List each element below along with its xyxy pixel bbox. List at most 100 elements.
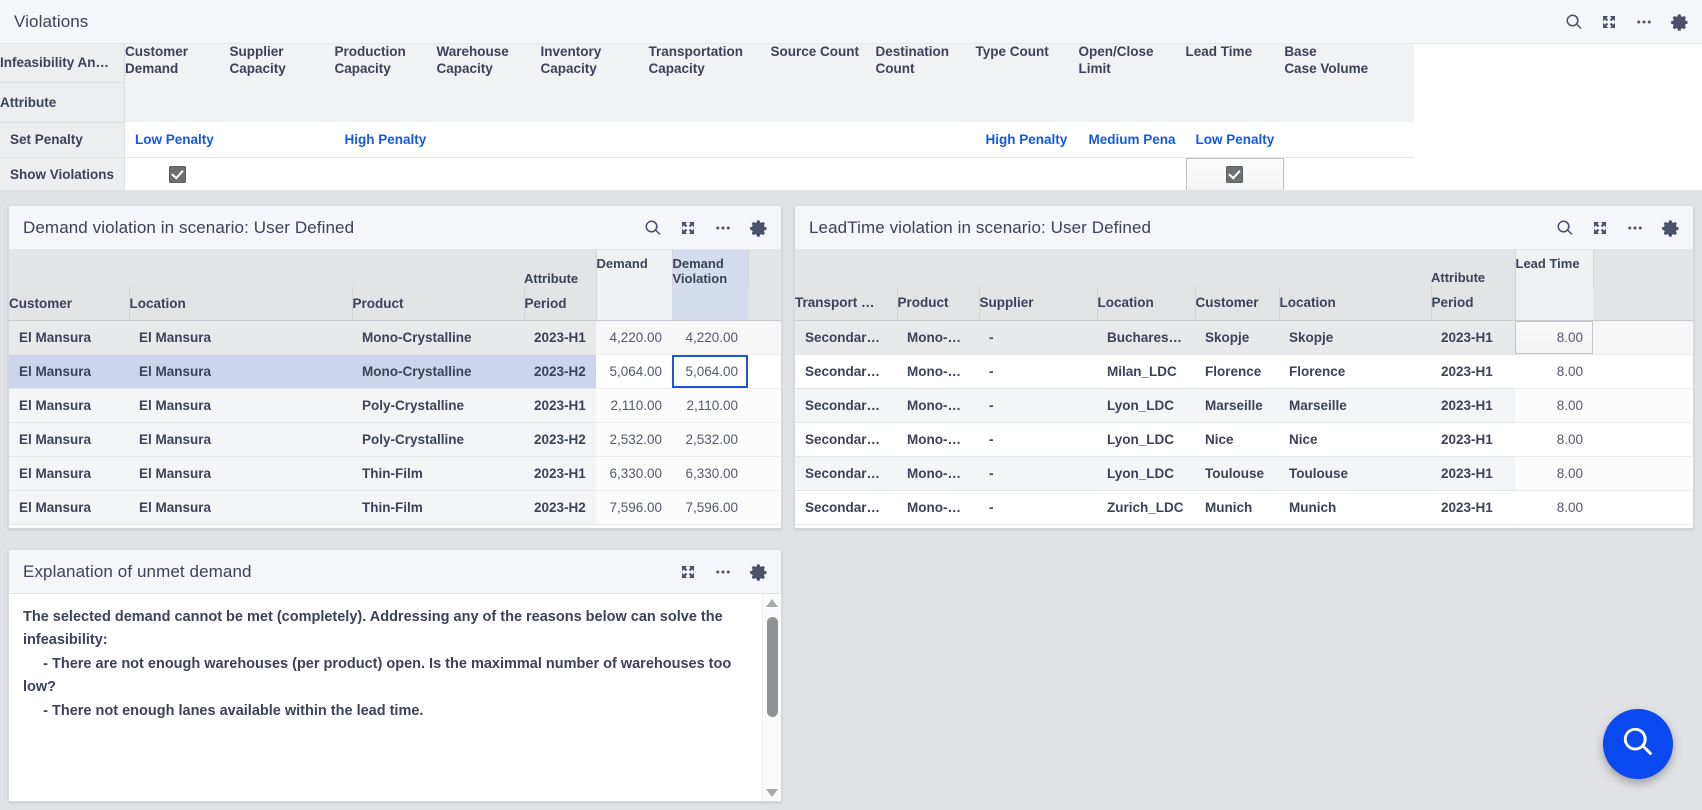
penalty-link[interactable]: High Penalty <box>345 132 427 147</box>
table-cell[interactable]: 2023-H1 <box>1431 320 1515 355</box>
table-row[interactable]: Secondary… Mono-Cry… - Lyon_LDC Nice Nice 2023… <box>795 422 1693 457</box>
grid-column-header[interactable]: Supplier <box>979 286 1098 321</box>
table-cell[interactable]: Secondary… <box>795 490 897 525</box>
violations-cell[interactable] <box>1284 122 1395 158</box>
table-cell[interactable]: Mono-Cry… <box>897 388 979 423</box>
table-cell[interactable]: El Mansura <box>9 388 129 424</box>
penalty-link[interactable]: Medium Pena <box>1089 132 1176 147</box>
table-cell[interactable]: Secondary… <box>795 320 897 355</box>
table-measure-cell[interactable]: 8.00 <box>1515 388 1593 423</box>
violations-cell[interactable] <box>436 157 541 190</box>
more-icon[interactable] <box>1626 219 1644 237</box>
table-cell[interactable]: Munich <box>1279 490 1431 525</box>
floating-search-button[interactable] <box>1603 709 1673 779</box>
table-cell[interactable]: El Mansura <box>129 354 352 390</box>
table-cell[interactable]: 2023-H1 <box>524 388 596 424</box>
table-cell[interactable]: Skopje <box>1279 320 1431 355</box>
scrollbar-thumb[interactable] <box>766 617 778 717</box>
explanation-scrollbar[interactable] <box>762 594 781 801</box>
expand-icon[interactable] <box>1600 13 1618 31</box>
grid-column-header[interactable]: Product <box>352 286 525 322</box>
table-measure-cell[interactable]: 7,596.00 <box>672 490 748 526</box>
table-measure-cell[interactable]: 4,220.00 <box>596 320 672 356</box>
scroll-down-arrow-icon[interactable] <box>763 784 782 801</box>
show-violations-checkbox-cell[interactable] <box>124 157 230 190</box>
table-cell[interactable]: - <box>979 320 1097 355</box>
table-row[interactable]: El Mansura El Mansura Thin-Film 2023-H2 7,59… <box>9 490 781 526</box>
table-cell[interactable]: Mono-Crystalline <box>352 354 524 390</box>
table-row[interactable]: El Mansura El Mansura Poly-Crystalline 2023… <box>9 422 781 458</box>
table-cell[interactable]: 2023-H1 <box>1431 354 1515 389</box>
table-row[interactable]: El Mansura El Mansura Thin-Film 2023-H1 6,33… <box>9 456 781 492</box>
violations-cell[interactable] <box>540 157 649 190</box>
table-row[interactable]: Secondary… Mono-Cry… - Zurich_LDC Munich Muni… <box>795 490 1693 525</box>
grid-column-header[interactable]: Customer <box>1195 286 1280 321</box>
grid-measure-header[interactable]: Demand Violation <box>672 250 749 287</box>
violations-cell[interactable] <box>1284 157 1395 190</box>
table-row[interactable]: El Mansura El Mansura Mono-Crystalline 2023… <box>9 320 781 356</box>
more-icon[interactable] <box>1635 13 1653 31</box>
penalty-link[interactable]: Low Penalty <box>135 132 214 147</box>
table-cell[interactable]: Nice <box>1279 422 1431 457</box>
table-cell[interactable]: Lyon_LDC <box>1097 422 1195 457</box>
table-cell[interactable]: Secondary… <box>795 388 897 423</box>
table-cell[interactable]: Toulouse <box>1195 456 1279 491</box>
table-cell[interactable]: 2023-H1 <box>1431 490 1515 525</box>
table-cell[interactable]: - <box>979 422 1097 457</box>
table-cell[interactable]: El Mansura <box>129 490 352 526</box>
table-cell[interactable]: Mono-Cry… <box>897 422 979 457</box>
table-row[interactable]: Secondary… Mono-Cry… - Milan_LDC Florence Flo… <box>795 354 1693 389</box>
violations-cell[interactable]: High Penalty <box>334 122 437 158</box>
table-cell[interactable]: - <box>979 388 1097 423</box>
table-cell[interactable]: Marseille <box>1279 388 1431 423</box>
violations-cell[interactable]: Medium Pena <box>1078 122 1186 158</box>
scroll-up-arrow-icon[interactable] <box>763 594 782 611</box>
table-cell[interactable]: Toulouse <box>1279 456 1431 491</box>
table-cell[interactable]: 2023-H1 <box>1431 388 1515 423</box>
table-measure-cell[interactable]: 8.00 <box>1515 320 1593 355</box>
table-cell[interactable]: Thin-Film <box>352 490 524 526</box>
table-cell[interactable]: 2023-H1 <box>1431 422 1515 457</box>
table-cell[interactable]: Munich <box>1195 490 1279 525</box>
table-row[interactable]: Secondary… Mono-Cry… - Lyon_LDC Toulouse Toul… <box>795 456 1693 491</box>
grid-column-header[interactable]: Transport … <box>795 286 898 321</box>
table-cell[interactable]: - <box>979 354 1097 389</box>
expand-icon[interactable] <box>679 219 697 237</box>
table-row[interactable]: El Mansura El Mansura Poly-Crystalline 2023… <box>9 388 781 424</box>
grid-column-header[interactable]: Customer <box>9 286 130 322</box>
table-cell[interactable]: El Mansura <box>129 422 352 458</box>
scrollbar-track[interactable] <box>763 611 782 784</box>
table-cell[interactable]: Bucharest… <box>1097 320 1195 355</box>
table-measure-cell[interactable]: 7,596.00 <box>596 490 672 526</box>
grid-column-header[interactable]: Product <box>897 286 980 321</box>
table-cell[interactable]: 2023-H2 <box>524 354 596 390</box>
violations-cell[interactable] <box>975 157 1079 190</box>
violations-cell[interactable] <box>436 122 541 158</box>
search-icon[interactable] <box>1556 219 1574 237</box>
table-cell[interactable]: 2023-H2 <box>524 422 596 458</box>
table-cell[interactable]: Skopje <box>1195 320 1279 355</box>
table-measure-cell[interactable]: 6,330.00 <box>596 456 672 492</box>
table-cell[interactable]: Mono-Cry… <box>897 490 979 525</box>
expand-icon[interactable] <box>1591 219 1609 237</box>
table-cell[interactable]: Secondary… <box>795 456 897 491</box>
table-cell[interactable]: - <box>979 456 1097 491</box>
grid-column-header[interactable]: Period <box>524 286 597 322</box>
table-cell[interactable]: 2023-H1 <box>1431 456 1515 491</box>
table-cell[interactable]: - <box>979 490 1097 525</box>
table-measure-cell[interactable]: 8.00 <box>1515 422 1593 457</box>
table-cell[interactable]: El Mansura <box>129 456 352 492</box>
show-violations-checkbox-cell-selected[interactable] <box>1185 157 1285 190</box>
table-cell[interactable]: El Mansura <box>129 320 352 356</box>
violations-cell[interactable] <box>229 157 335 190</box>
table-cell[interactable]: Mono-Cry… <box>897 320 979 355</box>
table-cell[interactable]: Florence <box>1279 354 1431 389</box>
violations-cell[interactable] <box>1078 157 1186 190</box>
grid-column-header[interactable]: Location <box>1279 286 1432 321</box>
violations-cell[interactable] <box>875 122 976 158</box>
table-cell[interactable]: El Mansura <box>9 422 129 458</box>
table-cell[interactable]: 2023-H1 <box>524 456 596 492</box>
table-measure-cell[interactable]: 2,532.00 <box>596 422 672 458</box>
table-measure-cell[interactable]: 5,064.00 <box>596 354 672 390</box>
table-measure-cell[interactable]: 5,064.00 <box>672 354 748 390</box>
